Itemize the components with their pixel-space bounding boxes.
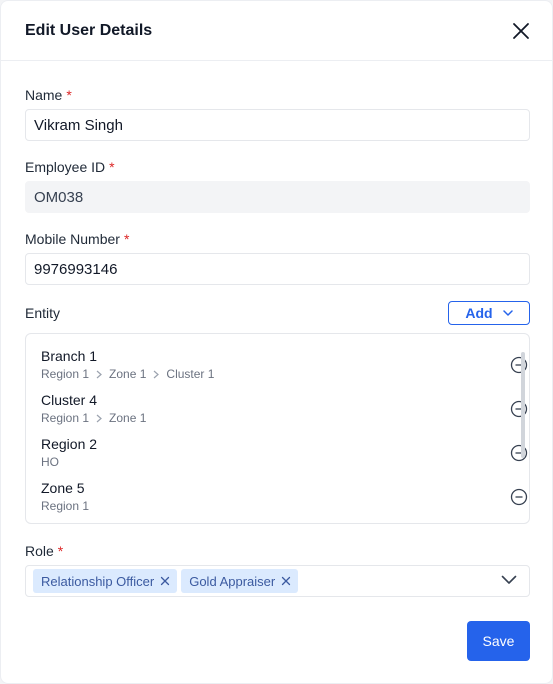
required-mark: *: [57, 543, 64, 559]
chevron-right-icon: [154, 370, 160, 378]
required-mark: *: [109, 159, 115, 175]
entity-list[interactable]: Branch 1 Region 1 Zone 1 Cluster 1 Clust…: [25, 333, 530, 524]
add-entity-label: Add: [465, 305, 493, 321]
required-mark: *: [66, 87, 72, 103]
remove-circle-icon[interactable]: [510, 488, 528, 506]
entity-item-zone-5: Zone 5 Region 1: [41, 480, 528, 520]
entity-path: Region 1 Zone 1: [41, 411, 147, 425]
entity-name: Region 2: [41, 436, 98, 452]
close-icon: [513, 22, 529, 39]
remove-circle-icon[interactable]: [510, 444, 528, 462]
role-chip: Relationship Officer: [33, 569, 178, 593]
chevron-right-icon: [96, 414, 102, 422]
role-multiselect[interactable]: Relationship Officer Gold Appraiser: [25, 565, 530, 597]
name-input[interactable]: [25, 109, 530, 141]
remove-chip-icon[interactable]: [281, 576, 291, 586]
remove-circle-icon[interactable]: [510, 400, 528, 418]
close-button[interactable]: [511, 21, 531, 41]
save-button[interactable]: Save: [467, 621, 530, 661]
employee-id-label: Employee ID *: [25, 159, 115, 175]
entity-name: Zone 5: [41, 480, 85, 496]
entity-item-region-2: Region 2 HO: [41, 436, 528, 476]
employee-id-input: [25, 181, 530, 213]
entity-item-branch-1: Branch 1 Region 1 Zone 1 Cluster 1: [41, 348, 528, 388]
entity-item-cluster-4: Cluster 4 Region 1 Zone 1: [41, 392, 528, 432]
remove-chip-icon[interactable]: [160, 576, 170, 586]
entity-list-scrollbar[interactable]: [521, 352, 525, 458]
chevron-down-icon[interactable]: [501, 575, 517, 585]
dialog-title: Edit User Details: [25, 21, 153, 39]
role-label: Role *: [25, 543, 64, 559]
entity-path: HO: [41, 455, 59, 469]
entity-label: Entity: [25, 305, 61, 321]
edit-user-dialog: Edit User Details Name* Employee ID* Mob…: [0, 0, 553, 684]
chevron-down-icon: [502, 310, 513, 316]
mobile-number-label: Mobile Number *: [25, 231, 130, 247]
required-mark: *: [123, 231, 130, 247]
dialog-header: Edit User Details: [1, 1, 552, 61]
name-label: Name *: [25, 87, 72, 103]
entity-name: Branch 1: [41, 348, 98, 364]
role-chip: Gold Appraiser: [181, 569, 299, 593]
add-entity-button[interactable]: Add: [448, 301, 530, 325]
entity-path: Region 1: [41, 499, 90, 513]
mobile-number-input[interactable]: [25, 253, 530, 285]
remove-circle-icon[interactable]: [510, 356, 528, 374]
entity-name: Cluster 4: [41, 392, 98, 408]
entity-path: Region 1 Zone 1 Cluster 1: [41, 367, 215, 381]
chevron-right-icon: [96, 370, 102, 378]
